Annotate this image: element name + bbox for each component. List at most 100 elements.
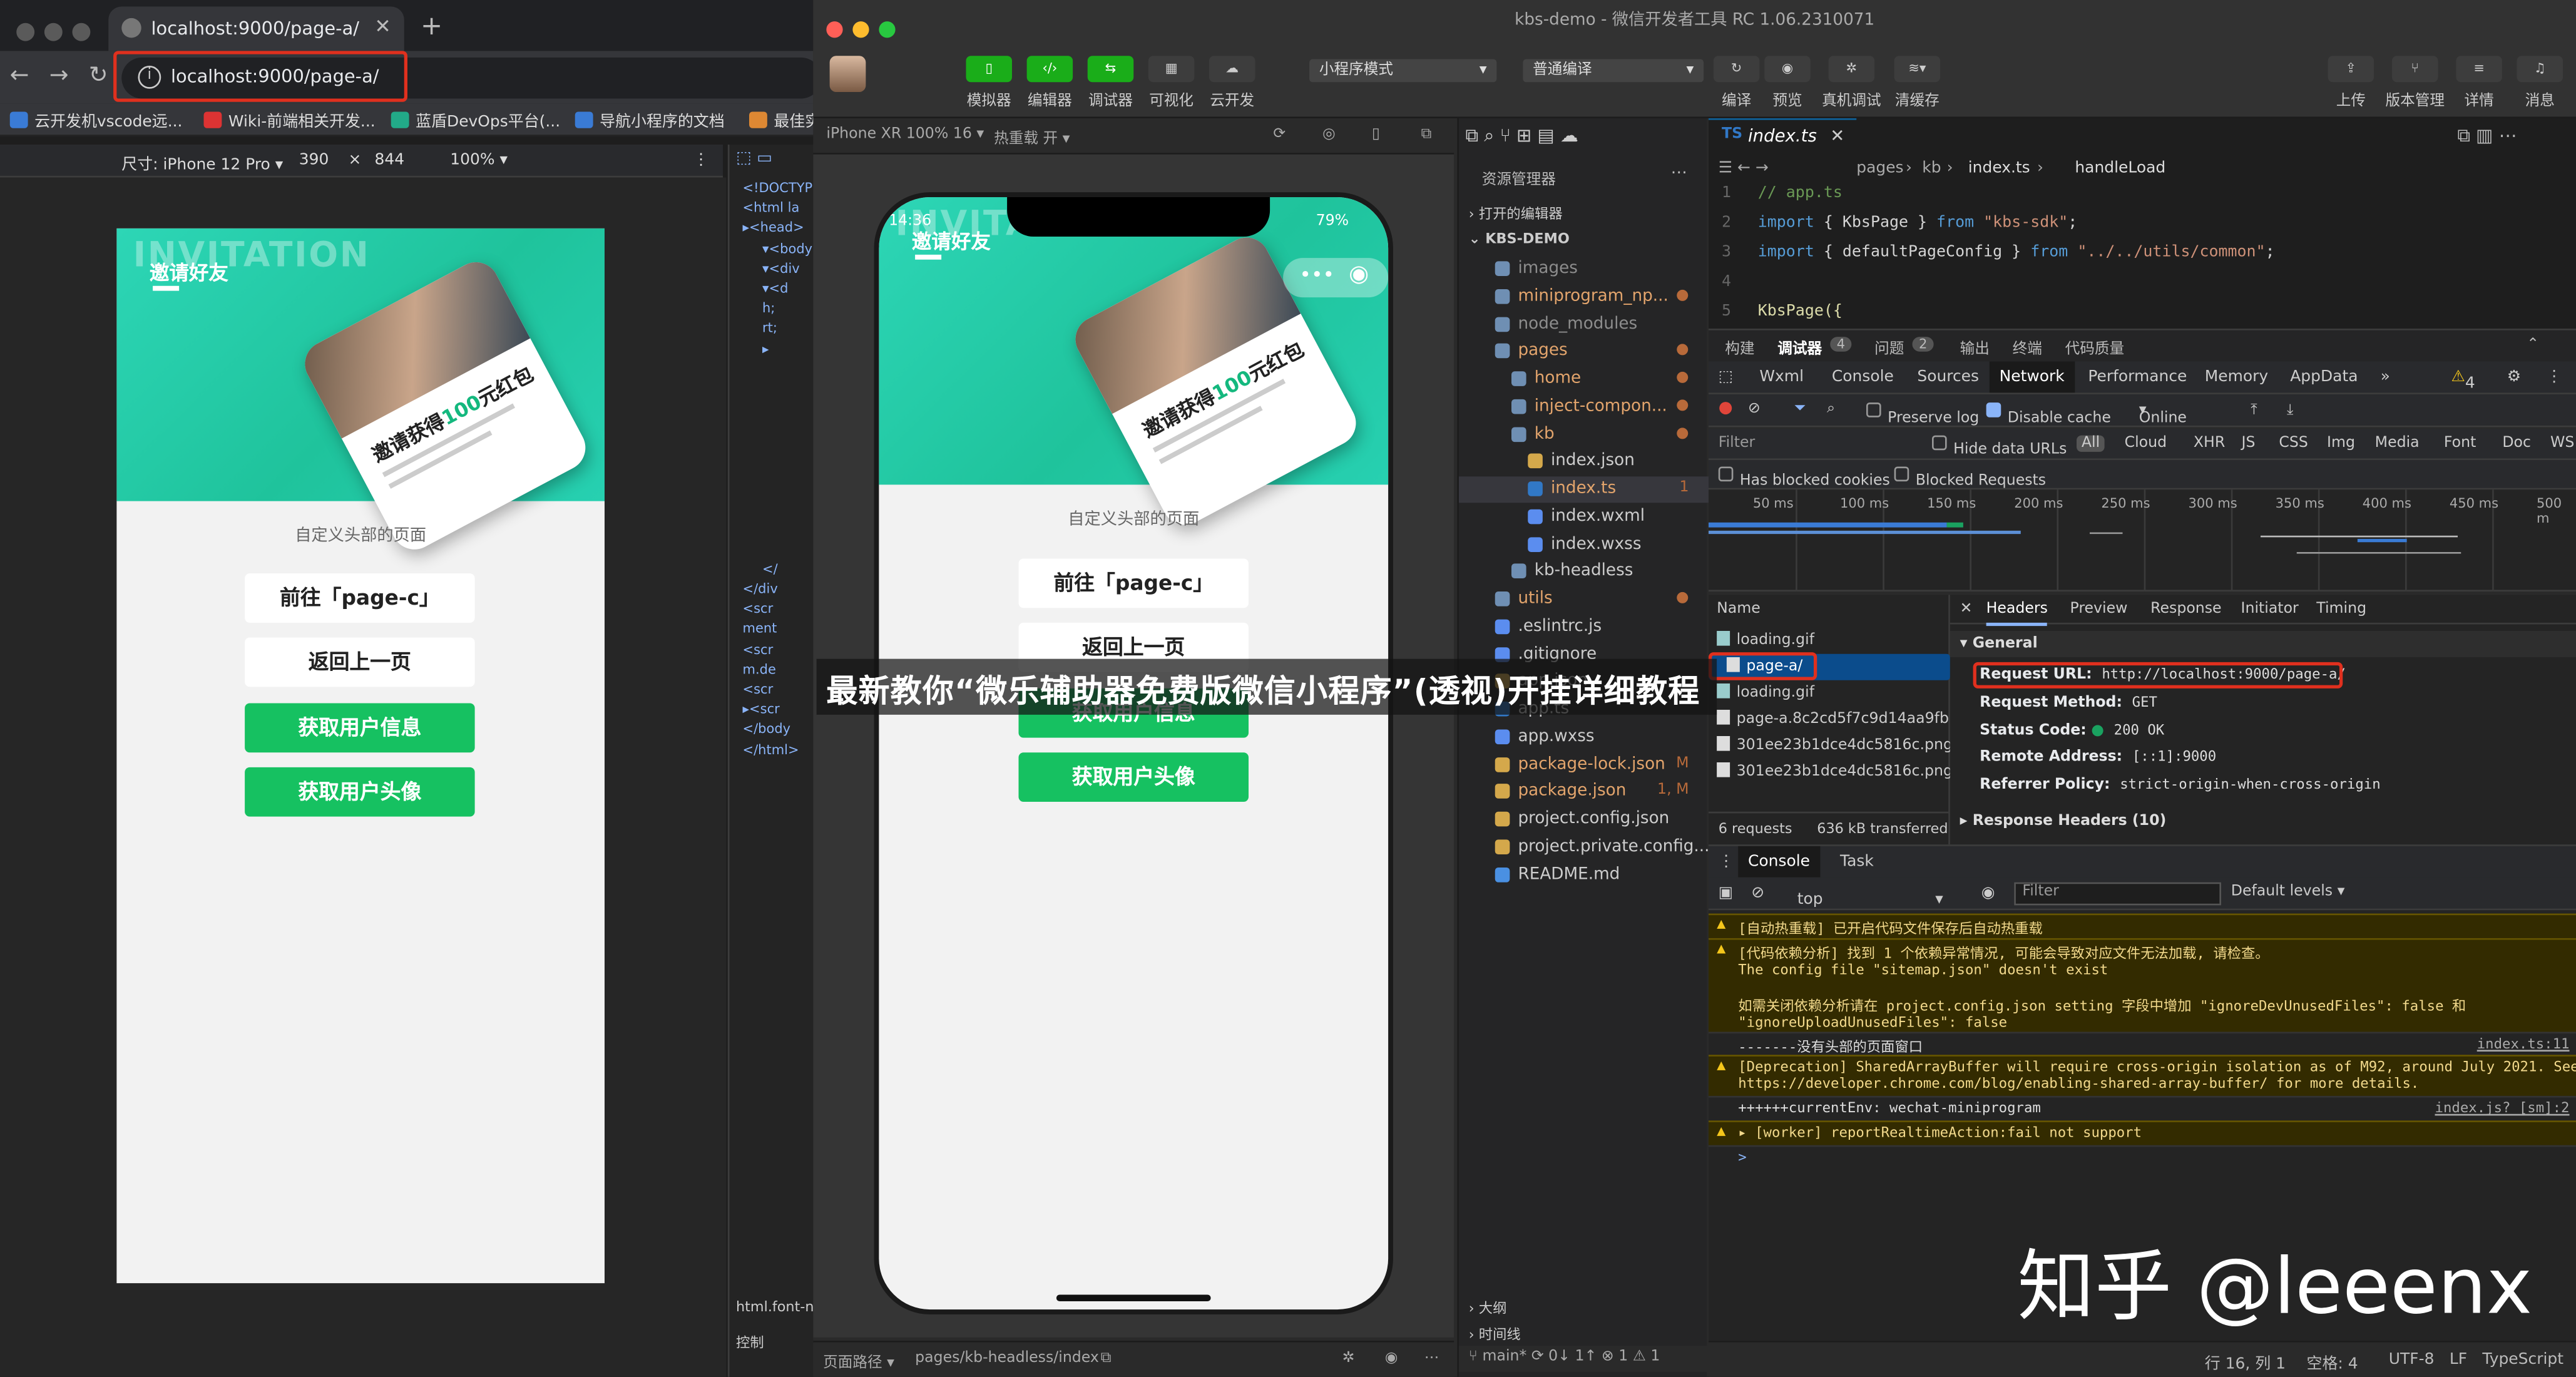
header-value[interactable]: strict-origin-when-cross-origin bbox=[2120, 777, 2380, 794]
header-value[interactable]: 200 OK bbox=[2114, 722, 2165, 739]
eye-icon[interactable]: ◉ bbox=[1981, 884, 1995, 902]
levels-select[interactable]: Default levels ▾ bbox=[2231, 884, 2345, 900]
get-avatar-button[interactable]: 获取用户头像 bbox=[1018, 752, 1249, 802]
dom-node-line[interactable]: ment bbox=[743, 622, 777, 637]
more-icon[interactable]: ⋯ bbox=[1671, 165, 1687, 183]
dom-node-line[interactable]: ▾<div bbox=[762, 261, 800, 276]
download-har-icon[interactable]: ⤓ bbox=[2287, 402, 2293, 419]
simulator-toggle[interactable]: ▯ 模拟器 bbox=[966, 56, 1012, 110]
preview-button[interactable]: ◉ 预览 bbox=[1764, 56, 1811, 110]
header-value[interactable]: [::1]:9000 bbox=[2132, 750, 2216, 766]
type-filter-cloud[interactable]: Cloud bbox=[2125, 436, 2167, 452]
name-column-header[interactable]: Name bbox=[1709, 601, 1950, 628]
console-message[interactable]: ++++++currentEnv: wechat-miniprogram inde… bbox=[1709, 1096, 2576, 1120]
explorer-item[interactable]: images bbox=[1459, 257, 1709, 283]
type-filter-js[interactable]: JS bbox=[2242, 436, 2256, 452]
type-filter-font[interactable]: Font bbox=[2444, 436, 2476, 452]
project-section[interactable]: ⌄ KBS-DEMO bbox=[1459, 228, 1709, 255]
tab-preview[interactable]: Preview bbox=[2070, 601, 2128, 618]
device-select[interactable]: 尺寸: iPhone 12 Pro ▾ bbox=[121, 151, 283, 174]
hide-data-urls-checkbox[interactable]: Hide data URLs bbox=[1932, 435, 2067, 458]
dom-node-line[interactable]: </ bbox=[762, 561, 778, 576]
popout-icon[interactable]: ⧉ bbox=[1421, 126, 1432, 143]
bookmark-item[interactable]: 蓝盾DevOps平台(... bbox=[391, 108, 560, 131]
dom-node-line[interactable]: </div bbox=[743, 581, 778, 596]
bookmark-item[interactable]: 云开发机vscode远... bbox=[9, 108, 182, 131]
dom-node-line[interactable]: <scr bbox=[743, 601, 774, 617]
bookmark-item[interactable]: 导航小程序的文档 bbox=[575, 108, 725, 131]
tab-wxml[interactable]: Wxml bbox=[1759, 368, 1804, 386]
browser-tab[interactable]: localhost:9000/page-a/ ✕ bbox=[108, 6, 404, 51]
explorer-item[interactable]: node_modules bbox=[1459, 311, 1709, 337]
tab-quality[interactable]: 代码质量 bbox=[2065, 337, 2125, 358]
dom-node-line[interactable]: ▾<d bbox=[762, 281, 788, 296]
bookmark-item[interactable]: 最佳实 bbox=[749, 108, 820, 131]
warning-count[interactable]: ⚠ 4 bbox=[2451, 368, 2475, 392]
explorer-item[interactable]: utils ● bbox=[1459, 586, 1709, 613]
console-message[interactable]: ▲ ▸ [worker] reportRealtimeAction:fail no… bbox=[1709, 1120, 2576, 1145]
explorer-item[interactable]: index.wxml bbox=[1459, 504, 1709, 530]
sidebar-icon[interactable]: ▣ bbox=[1719, 884, 1734, 902]
tab-performance[interactable]: Performance bbox=[2088, 368, 2187, 386]
hot-reload-select[interactable]: 热重载 开 ▾ bbox=[994, 126, 1070, 148]
request-row[interactable]: page-a.8c2cd5f7c9d14aa9fb... bbox=[1709, 707, 1950, 733]
zoom-select[interactable]: 100% ▾ bbox=[450, 151, 508, 170]
explorer-item[interactable]: package-lock.json M bbox=[1459, 752, 1709, 778]
explorer-item[interactable]: index.ts 1 bbox=[1459, 476, 1709, 503]
tab-terminal[interactable]: 终端 bbox=[2013, 337, 2042, 358]
device-height[interactable]: 844 bbox=[375, 151, 405, 170]
console-message[interactable]: > bbox=[1709, 1144, 2576, 1169]
inspect-icon[interactable]: ⬚ bbox=[1719, 368, 1734, 386]
real-debug-button[interactable]: ✲ 真机调试 bbox=[1822, 56, 1881, 110]
explorer-item[interactable]: README.md bbox=[1459, 862, 1709, 888]
open-editors-section[interactable]: › 打开的编辑器 bbox=[1459, 200, 1709, 227]
tab-response[interactable]: Response bbox=[2150, 601, 2221, 618]
more-icon[interactable]: ⋮ bbox=[693, 151, 709, 170]
forward-icon[interactable]: → bbox=[49, 63, 69, 89]
code-line[interactable]: import { defaultPageConfig } from "../..… bbox=[1758, 243, 2275, 262]
tab-timing[interactable]: Timing bbox=[2316, 601, 2366, 618]
gear-icon[interactable]: ⚙ bbox=[2507, 368, 2521, 386]
visual-toggle[interactable]: ▦ 可视化 bbox=[1148, 56, 1195, 110]
preserve-log-checkbox[interactable]: Preserve log bbox=[1866, 402, 1979, 427]
dom-node-line[interactable]: h; bbox=[762, 301, 775, 316]
explorer-item[interactable]: home ● bbox=[1459, 366, 1709, 392]
debugger-toggle[interactable]: ⇆ 调试器 bbox=[1087, 56, 1134, 110]
type-filter-media[interactable]: Media bbox=[2375, 436, 2420, 452]
outline-section[interactable]: › 大纲 bbox=[1459, 1295, 1709, 1321]
console-drawer-label[interactable]: 控制 bbox=[736, 1333, 764, 1352]
tab-problems[interactable]: 问题 bbox=[1874, 337, 1904, 358]
type-filter-img[interactable]: Img bbox=[2327, 436, 2355, 452]
new-tab-button[interactable]: + bbox=[421, 10, 442, 41]
avatar[interactable] bbox=[829, 56, 866, 92]
phone-icon[interactable]: ▯ bbox=[1372, 126, 1380, 143]
clear-console-icon[interactable]: ⊘ bbox=[1751, 884, 1764, 902]
tab-debugger[interactable]: 调试器 bbox=[1777, 337, 1822, 358]
dom-node-line[interactable]: ▸<scr bbox=[743, 702, 780, 717]
split-icons[interactable]: ⧉ ▥ ⋯ bbox=[2457, 125, 2517, 148]
console-message[interactable]: ▲ [Deprecation] SharedArrayBuffer will re… bbox=[1709, 1055, 2576, 1097]
back-button[interactable]: 返回上一页 bbox=[245, 637, 475, 687]
code-line[interactable]: import { KbsPage } from "kbs-sdk"; bbox=[1758, 213, 2078, 232]
indentation[interactable]: 空格: 4 bbox=[2307, 1351, 2358, 1374]
goto-page-c-button[interactable]: 前往「page-c」 bbox=[245, 573, 475, 623]
header-value[interactable]: GET bbox=[2132, 695, 2157, 711]
tab-console[interactable]: Console bbox=[1832, 368, 1894, 386]
encoding[interactable]: UTF-8 bbox=[2389, 1351, 2435, 1369]
language-mode[interactable]: TypeScript bbox=[2482, 1351, 2563, 1369]
timeline-section[interactable]: › 时间线 bbox=[1459, 1321, 1709, 1348]
rotate-icon[interactable]: ⟳ bbox=[1273, 126, 1285, 143]
tab-network[interactable]: Network bbox=[1989, 361, 2075, 393]
request-row[interactable]: 301ee23b1dce4dc5816c.png bbox=[1709, 759, 1950, 786]
capsule-menu[interactable]: ••• ◉ bbox=[1283, 258, 1389, 298]
git-status[interactable]: ⑂ main* ⟳ 0↓ 1↑ ⊗ 1 ⚠ 1 bbox=[1459, 1345, 1709, 1372]
explorer-item[interactable]: index.wxss bbox=[1459, 531, 1709, 558]
window-controls[interactable] bbox=[16, 16, 100, 48]
clear-icon[interactable]: ⊘ bbox=[1748, 401, 1761, 417]
dom-node-line[interactable]: m.de bbox=[743, 662, 776, 677]
version-button[interactable]: ⑂ 版本管理 bbox=[2385, 56, 2445, 110]
request-row[interactable]: loading.gif bbox=[1709, 680, 1950, 707]
tab-headers[interactable]: Headers bbox=[1986, 601, 2048, 627]
cursor-position[interactable]: 行 16, 列 1 bbox=[2205, 1351, 2286, 1374]
explorer-item[interactable]: index.json bbox=[1459, 449, 1709, 475]
